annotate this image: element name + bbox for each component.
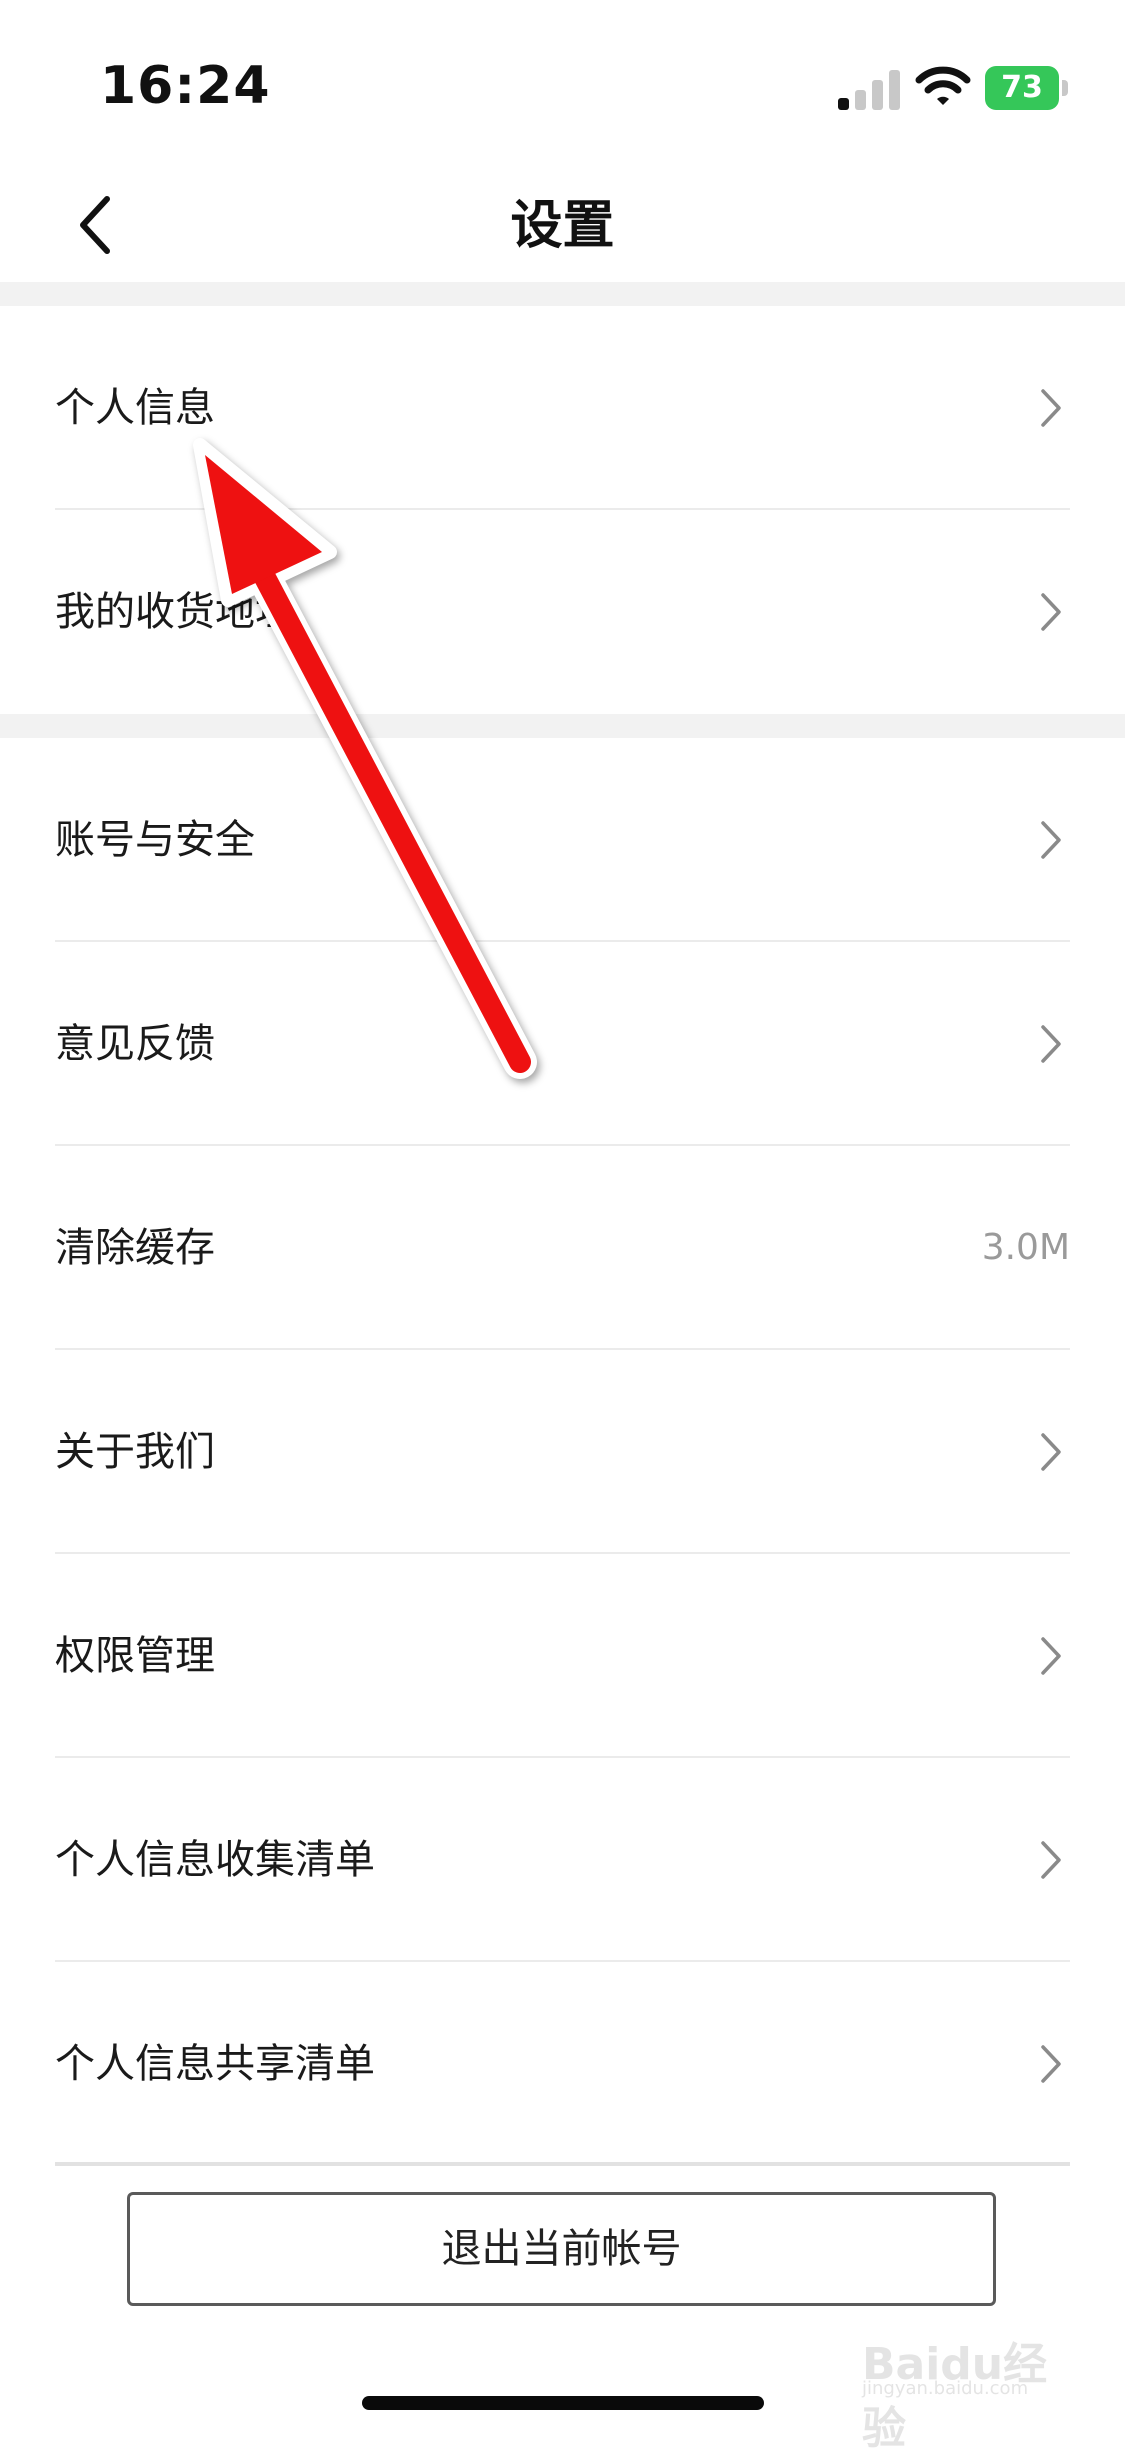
settings-item-account-security[interactable]: 账号与安全	[0, 738, 1125, 942]
settings-item-label: 个人信息收集清单	[55, 1837, 375, 1883]
section-gap	[0, 714, 1125, 738]
nav-bar: 设置	[0, 170, 1125, 282]
settings-item-label: 我的收货地址	[55, 589, 295, 635]
chevron-right-icon	[1041, 1637, 1061, 1675]
chevron-right-icon	[1041, 1841, 1061, 1879]
chevron-right-icon	[1041, 1433, 1061, 1471]
watermark-url: jingyan.baidu.com	[862, 2378, 1029, 2399]
battery-icon: 73	[985, 66, 1069, 110]
settings-item-label: 个人信息共享清单	[55, 2041, 375, 2087]
battery-level: 73	[1001, 70, 1043, 105]
settings-item-info-collection-list[interactable]: 个人信息收集清单	[0, 1758, 1125, 1962]
cache-size-value: 3.0M	[981, 1227, 1070, 1268]
home-indicator	[362, 2396, 764, 2410]
settings-item-personal-info[interactable]: 个人信息	[0, 306, 1125, 510]
settings-item-label: 清除缓存	[55, 1225, 215, 1271]
cellular-signal-icon	[838, 70, 900, 110]
settings-item-label: 权限管理	[55, 1633, 215, 1679]
chevron-right-icon	[1041, 821, 1061, 859]
status-bar: 16:24 73	[0, 0, 1125, 170]
settings-item-permissions[interactable]: 权限管理	[0, 1554, 1125, 1758]
section-gap	[0, 282, 1125, 306]
settings-item-label: 账号与安全	[55, 817, 255, 863]
settings-item-label: 意见反馈	[55, 1021, 215, 1067]
page-title: 设置	[510, 196, 615, 256]
settings-item-clear-cache[interactable]: 清除缓存 3.0M	[0, 1146, 1125, 1350]
logout-button[interactable]: 退出当前帐号	[127, 2192, 996, 2306]
chevron-right-icon	[1041, 389, 1061, 427]
status-time: 16:24	[100, 56, 271, 116]
back-button[interactable]	[50, 180, 140, 270]
baidu-jingyan-watermark: Baidu经验 jingyan.baidu.com	[862, 2308, 1072, 2454]
chevron-right-icon	[1041, 1025, 1061, 1063]
row-divider	[55, 2162, 1070, 2166]
settings-item-label: 关于我们	[55, 1429, 215, 1475]
settings-item-shipping-address[interactable]: 我的收货地址	[0, 510, 1125, 714]
settings-item-info-sharing-list[interactable]: 个人信息共享清单	[0, 1962, 1125, 2166]
battery-tip	[1062, 80, 1068, 96]
settings-item-label: 个人信息	[55, 385, 215, 431]
chevron-right-icon	[1041, 2045, 1061, 2083]
chevron-right-icon	[1041, 593, 1061, 631]
settings-item-feedback[interactable]: 意见反馈	[0, 942, 1125, 1146]
wifi-icon	[915, 66, 971, 105]
chevron-left-icon	[80, 196, 110, 254]
settings-item-about-us[interactable]: 关于我们	[0, 1350, 1125, 1554]
